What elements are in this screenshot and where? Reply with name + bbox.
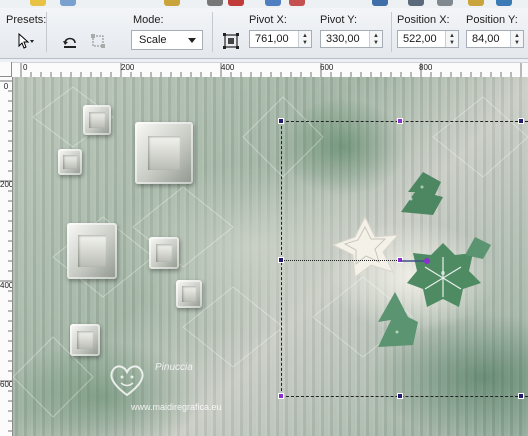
mode-value: Scale: [139, 34, 167, 46]
photo-tile: [70, 324, 100, 356]
watermark-url: www.maidiregrafica.eu: [131, 402, 222, 412]
selection-top-edge[interactable]: [281, 121, 528, 122]
photo-tile: [83, 105, 111, 135]
position-x-field[interactable]: 522,00 ▲ ▼: [397, 30, 459, 48]
pivot-y-label: Pivot Y:: [320, 14, 358, 26]
help-icon[interactable]: [372, 0, 388, 6]
rotation-handle-icon[interactable]: [401, 257, 431, 265]
reset-rectangle-button[interactable]: [58, 30, 82, 52]
reset-icon: [63, 37, 76, 48]
save-icon[interactable]: [60, 0, 76, 6]
pivot-x-value: 761,00: [255, 33, 289, 45]
ruler-label: 0: [23, 63, 28, 72]
transform-icon: [91, 34, 105, 48]
undo-icon[interactable]: [289, 0, 305, 6]
mode-select[interactable]: Scale: [131, 30, 203, 50]
ruler-label: 200: [0, 180, 13, 189]
position-y-spinner[interactable]: ▲ ▼: [510, 31, 523, 47]
separator: [391, 12, 392, 52]
heart-logo-icon: [110, 365, 144, 397]
ruler-label: 800: [419, 63, 433, 72]
palette-icon[interactable]: [496, 0, 512, 6]
grid-snap-button[interactable]: [219, 30, 243, 52]
pivot-x-spinner[interactable]: ▲ ▼: [298, 31, 311, 47]
corner-handle-bottom-right[interactable]: [518, 393, 524, 399]
position-x-label: Position X:: [397, 14, 450, 26]
star-cookie: [331, 215, 400, 278]
corner-handle-bottom-left[interactable]: [278, 393, 284, 399]
view-icon[interactable]: [468, 0, 484, 6]
ruler-label: 0: [3, 82, 9, 91]
separator: [46, 12, 47, 52]
pivot-y-value: 330,00: [326, 33, 360, 45]
ruler-ticks: [20, 63, 522, 77]
copy-icon[interactable]: [228, 0, 244, 6]
edge-handle-left[interactable]: [278, 257, 284, 263]
zoom-icon[interactable]: [437, 0, 453, 6]
photo-tile: [135, 122, 193, 184]
photo-tile: [58, 149, 82, 175]
ruler-corner: [0, 62, 12, 77]
position-x-spinner[interactable]: ▲ ▼: [445, 31, 458, 47]
position-y-label: Position Y:: [466, 14, 518, 26]
print-icon[interactable]: [164, 0, 180, 6]
ruler-label: 600: [0, 380, 13, 389]
presets-dropdown[interactable]: [14, 30, 38, 52]
edge-handle-top[interactable]: [397, 118, 403, 124]
watermark-name: Pinuccia: [155, 362, 193, 373]
position-y-field[interactable]: 84,00 ▲ ▼: [466, 30, 524, 48]
corner-handle-top-left[interactable]: [278, 118, 284, 124]
cut-icon[interactable]: [207, 0, 223, 6]
open-icon[interactable]: [30, 0, 46, 6]
photo-tile: [176, 280, 202, 308]
ruler-label: 600: [320, 63, 334, 72]
corner-handle-top-right[interactable]: [518, 118, 524, 124]
tool-options-palette: Presets: Mode: Scale Pivot X: 761,00 ▲ ▼…: [0, 8, 528, 59]
position-y-value: 84,00: [472, 33, 500, 45]
image-canvas[interactable]: Pinuccia www.maidiregrafica.eu: [13, 77, 528, 436]
chevron-down-icon: [188, 38, 196, 43]
edge-handle-bottom[interactable]: [397, 393, 403, 399]
pivot-y-spinner[interactable]: ▲ ▼: [369, 31, 382, 47]
pivot-y-field[interactable]: 330,00 ▲ ▼: [320, 30, 383, 48]
separator: [212, 12, 213, 52]
ruler-label: 200: [121, 63, 135, 72]
position-x-value: 522,00: [403, 33, 437, 45]
pivot-x-label: Pivot X:: [249, 14, 287, 26]
photo-tile: [67, 223, 117, 279]
pivot-guide: [281, 260, 401, 261]
ruler-label: 400: [0, 281, 13, 290]
ruler-horizontal: 0 200 400 600 800: [12, 62, 528, 78]
mode-label: Mode:: [133, 14, 164, 26]
selection-bottom-edge[interactable]: [281, 396, 528, 397]
presets-label: Presets:: [6, 14, 47, 26]
ruler-vertical: 0 200 400 600: [0, 77, 13, 436]
pick-tool-icon: [18, 33, 34, 49]
settings-icon[interactable]: [408, 0, 424, 6]
pivot-x-field[interactable]: 761,00 ▲ ▼: [249, 30, 312, 48]
paste-icon[interactable]: [265, 0, 281, 6]
free-transform-button[interactable]: [86, 30, 110, 52]
grid-icon: [223, 33, 239, 49]
photo-tile: [149, 237, 179, 269]
ruler-label: 400: [221, 63, 235, 72]
